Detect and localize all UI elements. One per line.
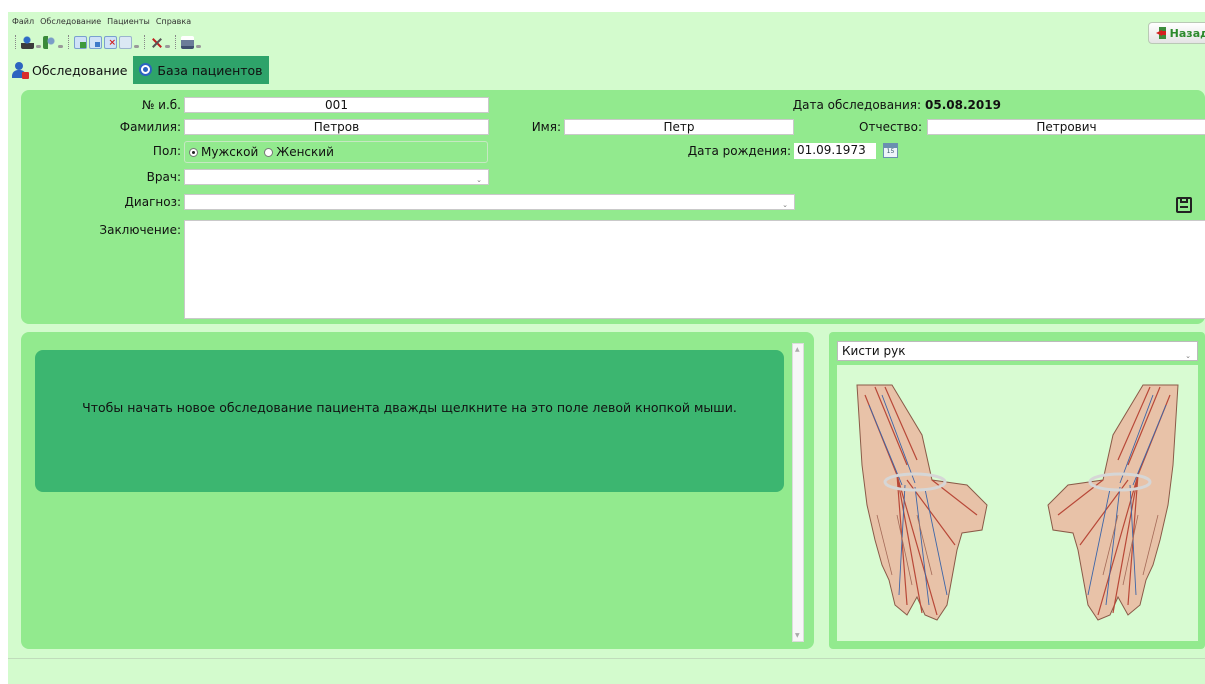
sex-female-label: Женский — [276, 145, 334, 159]
save-doc-icon[interactable] — [89, 35, 102, 49]
tab-exam-label: Обследование — [32, 62, 128, 78]
toolbar-separator — [68, 35, 69, 49]
toolbar-dropdown[interactable] — [58, 44, 63, 48]
body-part-value: Кисти рук — [842, 344, 906, 358]
toolbar-dropdown[interactable] — [196, 44, 201, 48]
menu-bar: Файл Обследование Пациенты Справка — [12, 16, 191, 28]
user-add-icon[interactable] — [21, 35, 34, 49]
hands-anatomy-image — [856, 384, 1179, 621]
name-field[interactable]: Петр — [564, 119, 794, 135]
calendar-icon[interactable]: 15 — [883, 143, 898, 158]
menu-patients[interactable]: Пациенты — [107, 16, 150, 28]
add-doc-icon[interactable] — [74, 35, 87, 49]
patients-icon — [137, 62, 154, 79]
sex-male-radio[interactable]: Мужской — [189, 145, 258, 159]
birth-date-label: Дата рождения: — [687, 144, 791, 158]
delete-doc-icon[interactable]: × — [104, 35, 117, 49]
exam-date-label: Дата обследования: — [792, 98, 921, 112]
scroll-up-icon[interactable]: ▲ — [795, 346, 800, 353]
toolbar: × — [12, 33, 201, 51]
birth-date-field[interactable]: 01.09.1973 — [794, 143, 876, 159]
radio-checked-icon — [189, 147, 198, 157]
conclusion-textarea[interactable] — [184, 220, 1205, 319]
tools-icon[interactable] — [150, 36, 163, 49]
right-hand-illustration — [1047, 384, 1179, 621]
status-bar — [8, 658, 1205, 684]
new-exam-hint-box[interactable]: Чтобы начать новое обследование пациента… — [35, 350, 784, 492]
surname-label: Фамилия: — [119, 120, 181, 134]
diagnosis-select[interactable]: ⌄ — [184, 194, 795, 210]
patronymic-label: Отчество: — [859, 120, 922, 134]
sex-label: Пол: — [152, 144, 181, 158]
toolbar-dropdown[interactable] — [36, 44, 41, 48]
tab-patient-base-label: База пациентов — [157, 62, 263, 78]
save-icon[interactable] — [1176, 197, 1192, 213]
print-icon[interactable] — [181, 35, 194, 49]
exam-date-value: 05.08.2019 — [925, 98, 1001, 112]
toolbar-dropdown[interactable] — [165, 44, 170, 48]
patient-form-panel: № и.б. 001 Дата обследования: 05.08.2019… — [21, 90, 1205, 324]
sex-male-label: Мужской — [201, 145, 259, 159]
chevron-down-icon: ⌄ — [476, 176, 482, 184]
record-no-field[interactable]: 001 — [184, 97, 489, 113]
body-part-select[interactable]: Кисти рук ⌄ — [837, 341, 1198, 361]
name-label: Имя: — [531, 120, 561, 134]
new-exam-hint-text: Чтобы начать новое обследование пациента… — [82, 399, 737, 415]
doctor-label: Врач: — [146, 170, 181, 184]
hands-image-area[interactable] — [837, 365, 1198, 641]
tab-patient-base[interactable]: База пациентов — [133, 56, 269, 84]
menu-help[interactable]: Справка — [156, 16, 191, 28]
tab-bar: Обследование База пациентов — [8, 56, 269, 84]
user-add-icon — [12, 61, 29, 79]
scroll-down-icon[interactable]: ▼ — [795, 632, 800, 639]
sex-radio-group: Мужской Женский — [184, 141, 488, 163]
sex-female-radio[interactable]: Женский — [264, 145, 334, 159]
toolbar-separator — [15, 35, 16, 49]
doctor-select[interactable]: ⌄ — [184, 169, 489, 185]
back-button-label: Назад — [1169, 26, 1205, 40]
app-window: Файл Обследование Пациенты Справка × Наз… — [8, 12, 1205, 684]
diagnosis-label: Диагноз: — [124, 195, 181, 209]
toolbar-separator — [175, 35, 176, 49]
edit-doc-icon[interactable] — [119, 35, 132, 49]
left-hand-illustration — [856, 384, 988, 621]
radio-unchecked-icon — [264, 147, 274, 157]
menu-exam[interactable]: Обследование — [40, 16, 101, 28]
exit-icon — [1156, 27, 1166, 39]
exam-scrollbar[interactable]: ▲ ▼ — [792, 343, 804, 642]
conclusion-label: Заключение: — [99, 223, 181, 237]
patronymic-field[interactable]: Петрович — [927, 119, 1205, 135]
surname-field[interactable]: Петров — [184, 119, 489, 135]
user-back-icon[interactable] — [43, 35, 56, 49]
chevron-down-icon: ⌄ — [1185, 352, 1191, 360]
chevron-down-icon: ⌄ — [782, 201, 788, 209]
record-no-label: № и.б. — [141, 98, 181, 112]
back-button[interactable]: Назад — [1148, 22, 1205, 44]
toolbar-separator — [144, 35, 145, 49]
toolbar-dropdown[interactable] — [134, 44, 139, 48]
tab-exam[interactable]: Обследование — [8, 56, 134, 84]
menu-file[interactable]: Файл — [12, 16, 34, 28]
